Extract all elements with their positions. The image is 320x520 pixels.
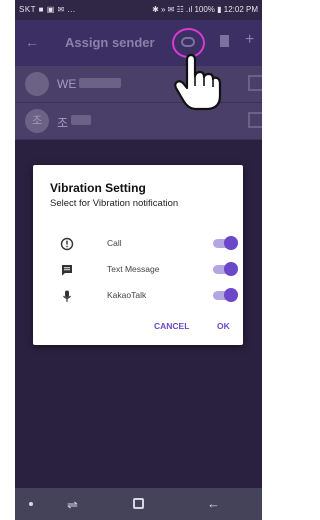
dot-icon[interactable]	[29, 502, 33, 506]
option-call[interactable]: Call	[33, 234, 243, 254]
option-text-message[interactable]: Text Message	[33, 260, 243, 280]
toggle-knob[interactable]	[224, 236, 238, 250]
row-checkbox[interactable]	[248, 75, 262, 91]
message-icon	[62, 265, 72, 276]
blurred-name	[71, 115, 91, 125]
alert-circle-icon	[60, 237, 74, 251]
toggle-knob[interactable]	[224, 262, 238, 276]
contact-name: WE	[57, 77, 77, 91]
avatar	[25, 72, 49, 96]
option-label: KakaoTalk	[107, 290, 147, 300]
dialog-title: Vibration Setting	[50, 181, 146, 195]
system-nav-bar: ⇌ ←	[15, 488, 262, 520]
back-icon[interactable]: ←	[207, 496, 220, 511]
pointing-hand-icon	[174, 53, 222, 111]
dialog-subtitle: Select for Vibration notification	[50, 198, 179, 209]
back-arrow-icon[interactable]: ←	[25, 34, 39, 50]
app-bar: ← Assign sender +	[15, 20, 262, 66]
toggle-knob[interactable]	[224, 288, 238, 302]
trash-icon[interactable]	[220, 35, 229, 47]
add-icon[interactable]: +	[245, 31, 254, 49]
list-item[interactable]: WE	[15, 66, 262, 103]
vibration-setting-dialog: Vibration Setting Select for Vibration n…	[33, 165, 243, 345]
vibration-icon[interactable]	[181, 37, 195, 47]
page-title: Assign sender	[65, 35, 155, 50]
row-checkbox[interactable]	[248, 112, 262, 128]
option-kakaotalk[interactable]: KakaoTalk	[33, 286, 243, 306]
list-item[interactable]: 조 조	[15, 103, 262, 140]
cancel-button[interactable]: CANCEL	[154, 321, 189, 331]
home-icon[interactable]	[133, 498, 144, 509]
option-label: Call	[107, 238, 122, 248]
contact-list: WE 조 조	[15, 66, 262, 140]
microphone-icon	[63, 290, 71, 302]
status-right: ✱ » ✉ ☷ .ıl 100% ▮ 12:02 PM	[152, 5, 258, 14]
recent-apps-icon[interactable]: ⇌	[67, 497, 78, 513]
status-left: SKT ■ ▣ ✉ ...	[19, 5, 76, 14]
option-label: Text Message	[107, 264, 160, 274]
status-bar: SKT ■ ▣ ✉ ... ✱ » ✉ ☷ .ıl 100% ▮ 12:02 P…	[15, 0, 262, 20]
contact-name: 조	[57, 116, 69, 130]
blurred-name	[79, 78, 121, 88]
avatar: 조	[25, 109, 49, 133]
ok-button[interactable]: OK	[217, 321, 230, 331]
